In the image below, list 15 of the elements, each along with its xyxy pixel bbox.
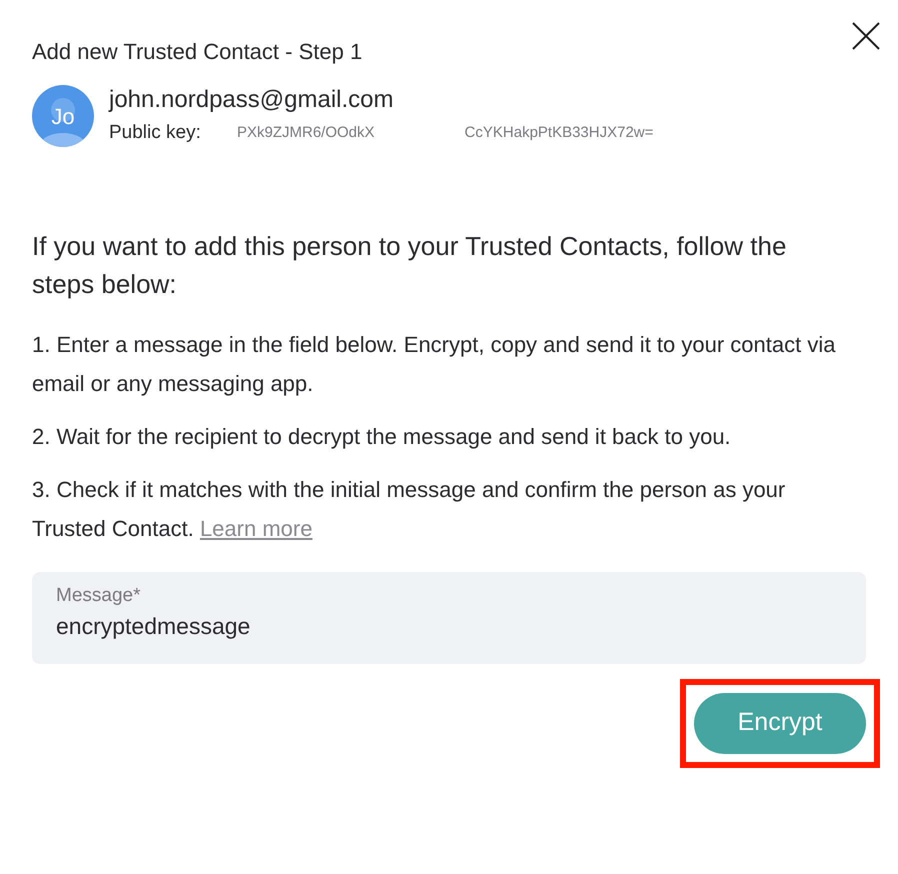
step-text: 2. Wait for the recipient to decrypt the message and send it back to you. (32, 422, 732, 451)
public-key-text: PXk9ZJMR6/OOdkX (237, 123, 375, 143)
step-text: 3. Check if it matches with the initial message and confirm the person as your Trusted Contact. Learn more (32, 476, 786, 542)
public-key-text: CcYKHakpPtKB33HJX72w= (464, 123, 654, 143)
public-key-label: Public key: (109, 121, 202, 145)
close-icon (851, 21, 881, 51)
avatar: Jo (32, 85, 94, 148)
encrypt-button[interactable]: Encrypt (694, 692, 866, 754)
dialog-title: Add new Trusted Contact - Step 1 (32, 38, 364, 66)
message-field[interactable]: Message* encryptedmessage (32, 572, 866, 664)
learn-more-link[interactable]: Learn more (200, 516, 312, 540)
step-text: 1. Enter a message in the field below. Encrypt, copy and send it to your contact via email or any messaging app. (32, 330, 836, 398)
close-button[interactable] (850, 20, 882, 52)
contact-email: john.nordpass@gmail.com (109, 85, 394, 115)
intro-text: If you want to add this person to your Trusted Contacts, follow the steps below: (32, 230, 788, 300)
